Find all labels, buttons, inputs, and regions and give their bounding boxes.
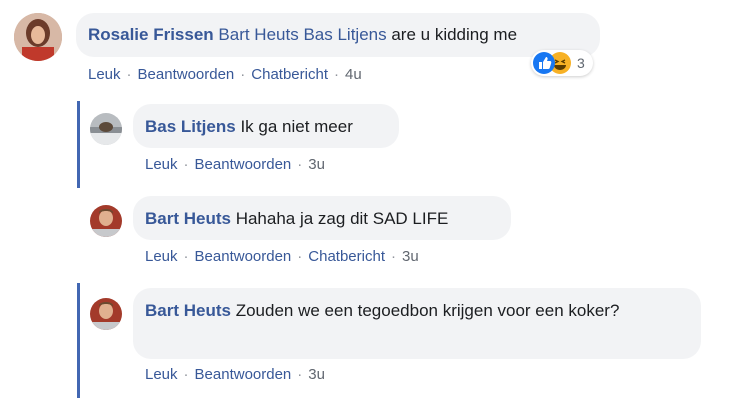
like-link[interactable]: Leuk [145,156,178,173]
avatar-rosalie-frissen[interactable] [14,13,62,61]
thread-line [77,283,80,398]
profile-photo-icon [90,113,122,145]
reply-actions: Leuk · Beantwoorden · 3u [145,156,325,173]
message-link[interactable]: Chatbericht [308,248,385,265]
reply-link[interactable]: Beantwoorden [138,66,235,83]
comment-tags[interactable]: Bart Heuts Bas Litjens [218,25,386,44]
reply-link[interactable]: Beantwoorden [195,156,292,173]
reply-author[interactable]: Bart Heuts [145,301,231,320]
profile-photo-icon [14,13,62,61]
reply-author[interactable]: Bart Heuts [145,209,231,228]
profile-photo-icon [90,205,122,237]
reply-text: Zouden we een tegoedbon krijgen voor een… [235,301,620,320]
comment-text: are u kidding me [391,25,518,44]
timestamp[interactable]: 4u [345,66,362,83]
reply-actions: Leuk · Beantwoorden · 3u [145,366,325,383]
reply-bubble: Bart Heuts Zouden we een tegoedbon krijg… [133,288,701,359]
reply-bubble: Bart Heuts Hahaha ja zag dit SAD LIFE [133,196,511,240]
like-link[interactable]: Leuk [145,366,178,383]
comment-author[interactable]: Rosalie Frissen [88,25,214,44]
timestamp[interactable]: 3u [308,156,325,173]
reply-bubble: Bas Litjens Ik ga niet meer [133,104,399,148]
comment-actions: Leuk · Beantwoorden · Chatbericht · 4u [88,66,362,83]
timestamp[interactable]: 3u [402,248,419,265]
like-link[interactable]: Leuk [145,248,178,265]
avatar-bart-heuts[interactable] [90,298,122,330]
avatar-bart-heuts[interactable] [90,205,122,237]
reply-link[interactable]: Beantwoorden [195,366,292,383]
thread-line [77,101,80,188]
reply-author[interactable]: Bas Litjens [145,117,236,136]
reaction-summary[interactable]: 3 [531,50,593,76]
reply-link[interactable]: Beantwoorden [195,248,292,265]
timestamp[interactable]: 3u [308,366,325,383]
reply-actions: Leuk · Beantwoorden · Chatbericht · 3u [145,248,419,265]
profile-photo-icon [90,298,122,330]
like-icon [533,52,555,74]
message-link[interactable]: Chatbericht [251,66,328,83]
reaction-count: 3 [577,55,585,71]
like-link[interactable]: Leuk [88,66,121,83]
reply-text: Hahaha ja zag dit SAD LIFE [235,209,449,228]
reply-text: Ik ga niet meer [240,117,353,136]
avatar-bas-litjens[interactable] [90,113,122,145]
comment-bubble: Rosalie Frissen Bart Heuts Bas Litjens a… [76,13,600,57]
